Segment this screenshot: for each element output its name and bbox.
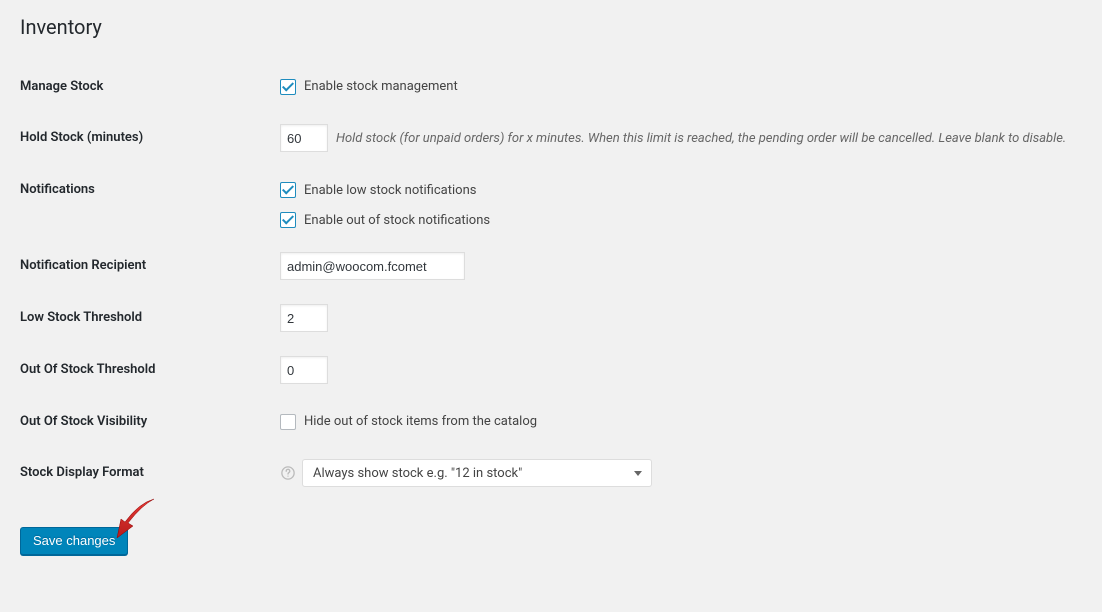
manage-stock-checkbox-label: Enable stock management (304, 79, 458, 94)
out-stock-notify-checkbox[interactable] (280, 212, 296, 228)
out-threshold-input[interactable] (280, 356, 328, 384)
low-stock-notify-checkbox[interactable] (280, 182, 296, 198)
notifications-row: Notifications Enable low stock notificat… (20, 164, 1082, 240)
stock-format-row: Stock Display Format Always show stock e… (20, 447, 1082, 499)
low-threshold-label: Low Stock Threshold (20, 292, 280, 344)
out-threshold-label: Out Of Stock Threshold (20, 344, 280, 396)
hold-stock-row: Hold Stock (minutes) Hold stock (for unp… (20, 112, 1082, 164)
help-icon[interactable] (280, 465, 296, 481)
hold-stock-description: Hold stock (for unpaid orders) for x min… (336, 131, 1066, 146)
stock-format-selected: Always show stock e.g. "12 in stock" (302, 459, 652, 487)
recipient-label: Notification Recipient (20, 240, 280, 292)
low-threshold-input[interactable] (280, 304, 328, 332)
out-visibility-row: Out Of Stock Visibility Hide out of stoc… (20, 396, 1082, 447)
low-threshold-row: Low Stock Threshold (20, 292, 1082, 344)
notifications-label: Notifications (20, 164, 280, 240)
stock-format-label: Stock Display Format (20, 447, 280, 499)
manage-stock-label: Manage Stock (20, 61, 280, 112)
out-stock-notify-label: Enable out of stock notifications (304, 213, 490, 228)
save-button[interactable]: Save changes (20, 527, 128, 555)
stock-format-select[interactable]: Always show stock e.g. "12 in stock" (302, 459, 652, 487)
out-visibility-checkbox[interactable] (280, 414, 296, 430)
out-visibility-checkbox-label: Hide out of stock items from the catalog (304, 414, 537, 429)
hold-stock-input[interactable] (280, 124, 328, 152)
out-visibility-label: Out Of Stock Visibility (20, 396, 280, 447)
recipient-input[interactable] (280, 252, 465, 280)
manage-stock-checkbox[interactable] (280, 79, 296, 95)
page-title: Inventory (20, 15, 1082, 39)
low-stock-notify-label: Enable low stock notifications (304, 183, 476, 198)
hold-stock-label: Hold Stock (minutes) (20, 112, 280, 164)
manage-stock-row: Manage Stock Enable stock management (20, 61, 1082, 112)
recipient-row: Notification Recipient (20, 240, 1082, 292)
out-threshold-row: Out Of Stock Threshold (20, 344, 1082, 396)
